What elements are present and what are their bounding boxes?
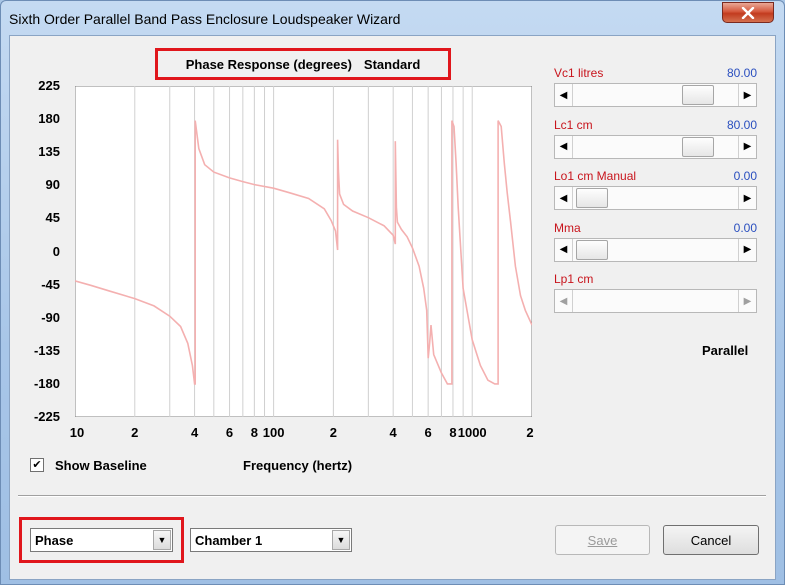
x-tick-label: 10 <box>69 425 85 440</box>
window-title: Sixth Order Parallel Band Pass Enclosure… <box>9 11 401 27</box>
y-tick-label: 0 <box>52 243 60 259</box>
param-label: Lp1 cm <box>554 272 594 286</box>
configuration-label: Parallel <box>702 343 749 358</box>
show-baseline-label[interactable]: Show Baseline <box>55 458 147 473</box>
scroll-right-icon[interactable]: ▶ <box>738 84 756 106</box>
y-tick-label: 90 <box>45 177 60 193</box>
param-label: Vc1 litres <box>554 66 604 80</box>
x-tick-label: 100 <box>262 425 285 440</box>
y-tick-label: 225 <box>38 78 60 93</box>
graph-title: Phase Response (degrees) Standard <box>155 48 451 80</box>
client-area: Phase Response (degrees) Standard 225 180… <box>9 35 776 580</box>
y-tick-label: 180 <box>38 111 60 127</box>
param-label: Lc1 cm <box>554 117 593 132</box>
y-tick-label: -225 <box>33 409 60 424</box>
scroll-left-icon[interactable]: ◀ <box>555 290 573 312</box>
param-value: 80.00 <box>726 66 757 80</box>
slider-thumb[interactable] <box>575 188 608 208</box>
y-tick-label: 135 <box>38 144 60 160</box>
close-icon <box>741 6 755 19</box>
chevron-down-icon[interactable]: ▼ <box>332 530 350 550</box>
x-tick-label: 1000 <box>457 425 487 440</box>
scroll-left-icon[interactable]: ◀ <box>555 187 573 209</box>
graph-mode-text: Standard <box>363 56 421 72</box>
param-value: 0.00 <box>733 169 757 183</box>
phase-plot[interactable] <box>75 86 532 417</box>
checkmark-icon: ✔ <box>32 459 42 471</box>
x-tick-label: 4 <box>190 425 199 440</box>
y-tick-label: 45 <box>45 210 60 226</box>
scroll-left-icon[interactable]: ◀ <box>555 135 573 158</box>
param-slider[interactable]: ◀ ▶ <box>554 289 757 313</box>
graph-title-text: Phase Response (degrees) <box>185 56 352 72</box>
param-slider[interactable]: ◀ ▶ <box>554 186 757 210</box>
response-select-value: Phase <box>35 533 74 548</box>
close-button[interactable] <box>722 2 774 23</box>
x-tick-label: 4 <box>389 425 397 440</box>
cancel-button[interactable]: Cancel <box>663 525 759 555</box>
scroll-right-icon[interactable]: ▶ <box>738 187 756 209</box>
scroll-right-icon[interactable]: ▶ <box>738 238 756 261</box>
scroll-right-icon[interactable]: ▶ <box>738 290 756 312</box>
slider-thumb[interactable] <box>575 239 608 260</box>
chevron-down-icon[interactable]: ▼ <box>153 530 171 550</box>
y-tick-label: -135 <box>33 342 60 358</box>
x-tick-label: 8 <box>449 425 457 440</box>
param-label: Lo1 cm Manual <box>554 169 637 183</box>
x-axis-label: Frequency (hertz) <box>243 458 353 473</box>
response-select[interactable]: Phase ▼ <box>30 528 173 552</box>
save-button[interactable]: Save <box>555 525 650 555</box>
scroll-left-icon[interactable]: ◀ <box>555 238 573 261</box>
y-tick-label: -180 <box>33 375 60 391</box>
scroll-right-icon[interactable]: ▶ <box>738 135 756 158</box>
x-tick-label: 6 <box>424 425 432 440</box>
save-button-label: Save <box>587 532 618 548</box>
chamber-select[interactable]: Chamber 1 ▼ <box>190 528 352 552</box>
param-value: 0.00 <box>733 220 757 235</box>
x-tick-label: 2 <box>526 425 534 440</box>
slider-thumb[interactable] <box>682 85 715 105</box>
param-slider[interactable]: ◀ ▶ <box>554 83 757 107</box>
y-tick-label: -90 <box>41 309 60 325</box>
x-tick-label: 8 <box>250 425 258 440</box>
chamber-select-value: Chamber 1 <box>195 533 263 548</box>
show-baseline-checkbox[interactable]: ✔ <box>30 458 44 472</box>
y-tick-label: -45 <box>41 276 60 292</box>
wizard-window: Sixth Order Parallel Band Pass Enclosure… <box>0 0 785 585</box>
param-value: 80.00 <box>726 117 757 132</box>
separator <box>18 495 766 497</box>
param-label: Mma <box>554 220 581 235</box>
x-tick-label: 2 <box>131 425 139 440</box>
param-slider[interactable]: ◀ ▶ <box>554 237 757 262</box>
slider-thumb[interactable] <box>682 136 715 157</box>
title-bar[interactable]: Sixth Order Parallel Band Pass Enclosure… <box>1 1 784 35</box>
x-tick-label: 2 <box>329 425 338 440</box>
x-tick-label: 6 <box>225 425 234 440</box>
param-slider[interactable]: ◀ ▶ <box>554 134 757 159</box>
cancel-button-label: Cancel <box>690 532 732 548</box>
scroll-left-icon[interactable]: ◀ <box>555 84 573 106</box>
